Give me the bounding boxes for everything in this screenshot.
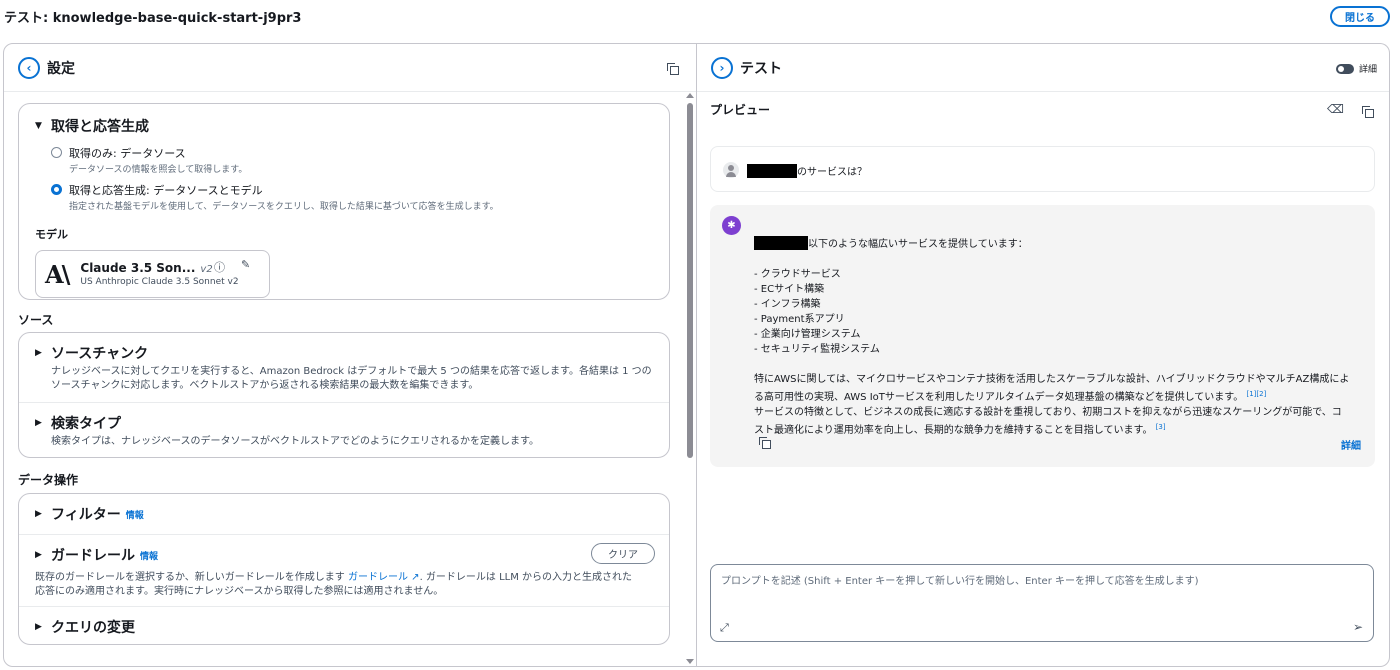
model-name: Claude 3.5 Son... (80, 261, 196, 275)
user-message-text: のサービスは？ (797, 167, 867, 178)
ai-list-item: - 企業向け管理システム (754, 329, 861, 340)
copy-icon[interactable] (667, 63, 679, 75)
radio-retrieve-generate-circle[interactable] (51, 184, 62, 195)
settings-title: 設定 (47, 60, 75, 77)
query-toggle[interactable]: ▶ クエリの変更 (35, 617, 653, 637)
ai-list-item: - セキュリティ監視システム (754, 344, 880, 355)
copy-response-icon[interactable] (759, 437, 771, 449)
caret-right-icon: ▶ (35, 550, 42, 560)
detail-toggle[interactable] (1335, 63, 1354, 74)
caret-down-icon: ▼ (35, 121, 42, 131)
redacted-text (747, 164, 797, 178)
clear-button[interactable]: クリア (591, 543, 655, 564)
ai-para2-line2: スト最適化により運用効率を向上し、長期的な競争力を維持することを目指しています。 (754, 425, 1153, 436)
user-message: のサービスは？ (710, 146, 1375, 192)
preview-label: プレビュー (710, 103, 771, 117)
source-chunk-toggle[interactable]: ▶ ソースチャンク (35, 343, 653, 363)
caret-right-icon: ▶ (35, 622, 42, 632)
query-title: クエリの変更 (51, 620, 135, 636)
ai-para1-line1: 特にAWSに関しては、マイクロサービスやコンテナ技術を活用したスケーラブルな設計… (754, 374, 1350, 385)
radio-retrieve-only-label: 取得のみ: データソース (69, 147, 186, 160)
settings-header: ‹ 設定 (4, 44, 696, 92)
guardrail-info-link[interactable]: 情報 (140, 549, 158, 562)
scroll-up-icon[interactable] (686, 93, 694, 98)
data-ops-card: ▶ フィルター 情報 ▶ ガードレール 情報 クリア 既存のガードレールを選択す… (18, 493, 670, 645)
search-type-toggle[interactable]: ▶ 検索タイプ (35, 413, 653, 433)
search-type-title: 検索タイプ (51, 416, 121, 432)
source-chunk-title: ソースチャンク (51, 346, 149, 362)
settings-scroll-area: ▼ 取得と応答生成 取得のみ: データソース データソースの情報を照会して取得し… (4, 93, 686, 666)
guardrail-desc-post: . ガードレールは LLM からの入力と生成された (419, 572, 633, 583)
settings-scrollbar[interactable] (685, 93, 695, 664)
test-panel: › テスト 詳細 プレビュー ⌫ のサービスは？ ✱ 以下のような幅広いサービス… (697, 43, 1390, 667)
source-card: ▶ ソースチャンク ナレッジベースに対してクエリを実行すると、Amazon Be… (18, 332, 670, 458)
clear-chat-broom-icon[interactable]: ⌫ (1327, 102, 1344, 116)
prompt-placeholder: プロンプトを記述 (Shift + Enter キーを押して新しい行を開始し、E… (721, 576, 1199, 587)
prompt-input[interactable]: プロンプトを記述 (Shift + Enter キーを押して新しい行を開始し、E… (710, 564, 1374, 642)
ai-list-item: - インフラ構築 (754, 299, 821, 310)
ai-avatar-icon: ✱ (722, 216, 741, 235)
edit-pencil-icon[interactable]: ✎ (241, 258, 250, 271)
collapse-left-icon[interactable]: ‹ (18, 56, 40, 79)
retrieval-title: 取得と応答生成 (51, 119, 149, 135)
ai-detail-link[interactable]: 詳細 (1341, 437, 1361, 452)
citation-link[interactable]: [3] (1156, 423, 1166, 431)
source-chunk-desc-2: ソースチャンクに対応します。ベクトルストアから返される検索結果の最大数を編集でき… (51, 380, 479, 391)
source-chunk-desc-1: ナレッジベースに対してクエリを実行すると、Amazon Bedrock はデフォ… (51, 366, 652, 377)
send-icon[interactable]: ➢ (1353, 620, 1363, 634)
caret-right-icon: ▶ (35, 509, 42, 519)
caret-right-icon: ▶ (35, 348, 42, 358)
ai-para2-line1: サービスの特徴として、ビジネスの成長に適応する設計を重視しており、初期コストを抑… (754, 407, 1342, 418)
guardrail-toggle[interactable]: ▶ ガードレール 情報 (35, 545, 653, 565)
info-circle-icon[interactable]: ⓘ (214, 259, 225, 275)
filter-toggle[interactable]: ▶ フィルター 情報 (35, 504, 653, 524)
retrieval-card: ▼ 取得と応答生成 取得のみ: データソース データソースの情報を照会して取得し… (18, 103, 670, 300)
close-button[interactable]: 閉じる (1330, 6, 1390, 27)
ai-list-item: - ECサイト構築 (754, 284, 825, 295)
retrieval-toggle[interactable]: ▼ 取得と応答生成 (35, 116, 653, 136)
citation-link[interactable]: [1][2] (1246, 390, 1266, 398)
test-title: テスト (740, 60, 782, 77)
radio-retrieve-only-desc: データソースの情報を照会して取得します。 (69, 165, 248, 175)
search-type-desc: 検索タイプは、ナレッジベースのデータソースがベクトルストアでどのようにクエリされ… (51, 436, 539, 447)
user-avatar-icon (723, 162, 739, 178)
ai-list-item: - Payment系アプリ (754, 314, 845, 325)
guardrail-title: ガードレール (51, 548, 135, 564)
guardrail-desc-2: 応答にのみ適用されます。実行時にナレッジベースから取得した参照には適用されません… (35, 586, 444, 597)
caret-right-icon: ▶ (35, 418, 42, 428)
expand-icon[interactable]: ⤢ (720, 621, 729, 635)
page-title: テスト: knowledge-base-quick-start-j9pr3 (4, 11, 302, 26)
settings-panel: ‹ 設定 ▼ 取得と応答生成 取得のみ: データソース データソースの情報を照会… (3, 43, 697, 667)
source-label: ソース (18, 313, 54, 327)
model-label: モデル (35, 228, 68, 241)
copy-preview-icon[interactable] (1362, 106, 1374, 118)
radio-retrieve-generate[interactable]: 取得と応答生成: データソースとモデル 指定された基盤モデルを使用して、データソ… (51, 182, 653, 212)
data-ops-label: データ操作 (18, 473, 79, 487)
ai-para1-line2: る高可用性の実現、AWS IoTサービスを利用したリアルタイムデータ処理基盤の構… (754, 392, 1244, 403)
guardrail-link[interactable]: ガードレール (348, 572, 408, 583)
external-link-icon[interactable]: ↗ (408, 572, 419, 583)
radio-retrieve-only-circle[interactable] (51, 147, 62, 158)
scroll-thumb[interactable] (687, 103, 693, 458)
radio-retrieve-only[interactable]: 取得のみ: データソース データソースの情報を照会して取得します。 (51, 145, 653, 175)
detail-toggle-label: 詳細 (1358, 65, 1377, 75)
radio-retrieve-generate-desc: 指定された基盤モデルを使用して、データソースをクエリし、取得した結果に基づいて応… (69, 202, 499, 212)
guardrail-desc-pre: 既存のガードレールを選択するか、新しいガードレールを作成します (35, 572, 345, 583)
filter-title: フィルター (51, 507, 121, 523)
scroll-down-icon[interactable] (686, 659, 694, 664)
redacted-text (754, 236, 808, 250)
model-version: v2 (200, 264, 213, 275)
collapse-right-icon[interactable]: › (711, 56, 733, 79)
filter-info-link[interactable]: 情報 (126, 508, 144, 521)
model-subtitle: US Anthropic Claude 3.5 Sonnet v2 (80, 277, 239, 287)
test-header: › テスト 詳細 (697, 44, 1389, 92)
anthropic-logo-icon: A\ (45, 259, 70, 289)
ai-message: ✱ 以下のような幅広いサービスを提供しています： - クラウドサービス - EC… (710, 205, 1375, 467)
ai-list-item: - クラウドサービス (754, 269, 841, 280)
ai-intro: 以下のような幅広いサービスを提供しています： (808, 239, 1028, 250)
radio-retrieve-generate-label: 取得と応答生成: データソースとモデル (69, 184, 263, 197)
model-selector[interactable]: A\ Claude 3.5 Son... v2 US Anthropic Clau… (35, 250, 270, 298)
